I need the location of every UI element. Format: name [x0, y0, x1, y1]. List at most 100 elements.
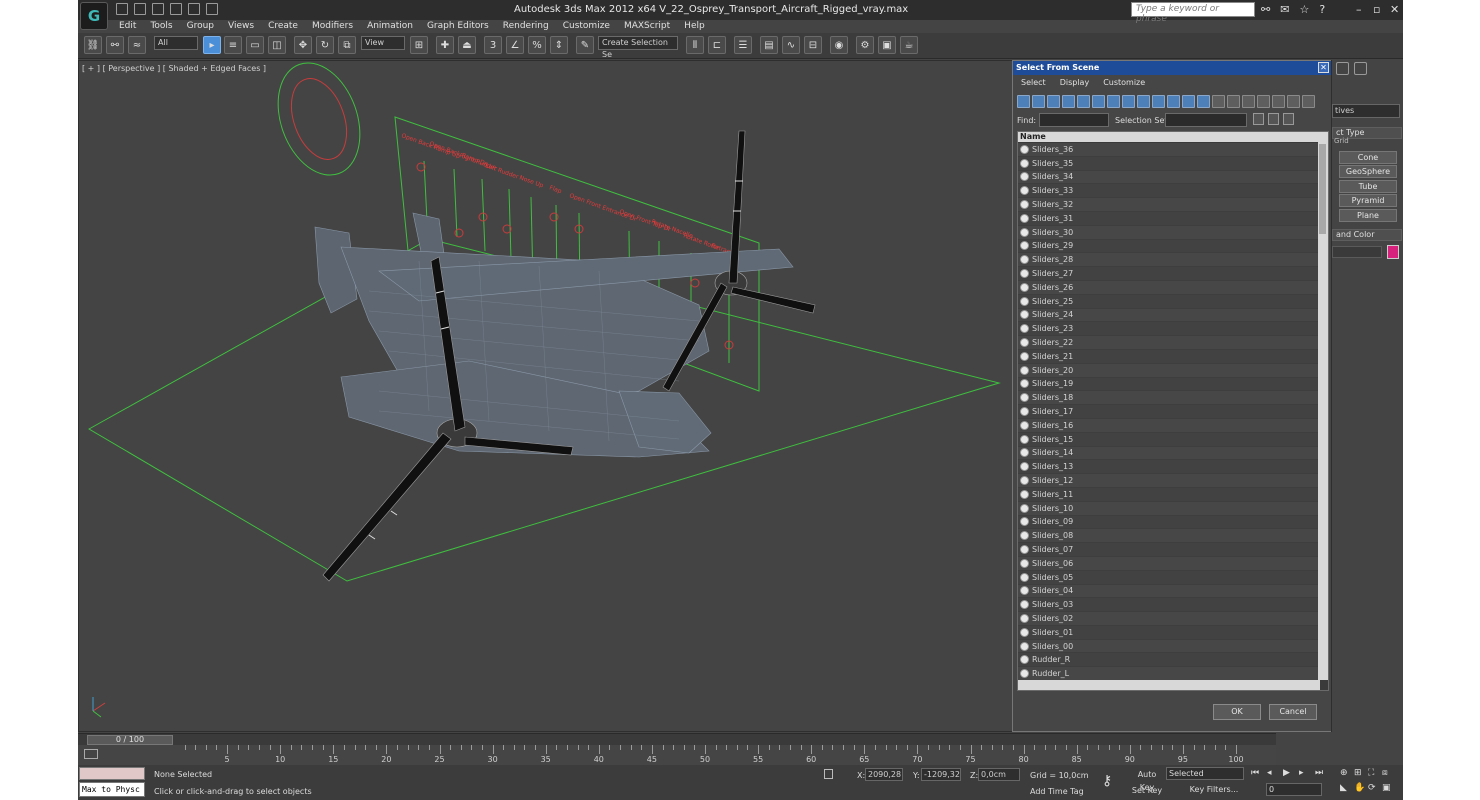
list-item[interactable]: Sliders_15	[1018, 432, 1318, 447]
list-item[interactable]: Sliders_03	[1018, 598, 1318, 613]
favorites-star-icon[interactable]: ☆	[1299, 3, 1309, 16]
select-invert-icon[interactable]	[1272, 95, 1285, 108]
percent-snap-icon[interactable]: %	[528, 36, 546, 54]
pan-icon[interactable]: ✋	[1354, 783, 1365, 794]
layer-manager-icon[interactable]: ☰	[734, 36, 752, 54]
list-item[interactable]: Sliders_21	[1018, 349, 1318, 364]
list-item[interactable]: Sliders_30	[1018, 225, 1318, 240]
list-item[interactable]: Rudder_R	[1018, 653, 1318, 668]
field-of-view-icon[interactable]: ◣	[1340, 783, 1351, 794]
orbit-icon[interactable]: ⟳	[1368, 783, 1379, 794]
list-item[interactable]: Sliders_18	[1018, 391, 1318, 406]
menu-create[interactable]: Create	[261, 20, 305, 32]
select-by-name-icon[interactable]: ≡	[224, 36, 242, 54]
list-item[interactable]: Sliders_12	[1018, 474, 1318, 488]
undo-icon[interactable]	[170, 3, 182, 15]
display-xrefs-icon[interactable]	[1122, 95, 1135, 108]
selection-set-dropdown[interactable]	[1165, 113, 1247, 127]
menu-group[interactable]: Group	[180, 20, 221, 32]
autogrid-label[interactable]: Grid	[1334, 137, 1349, 145]
list-item[interactable]: Sliders_36	[1018, 143, 1318, 157]
curve-editor-mini-icon[interactable]	[84, 749, 98, 759]
communication-center-icon[interactable]: ✉	[1280, 3, 1289, 16]
list-item[interactable]: Sliders_31	[1018, 211, 1318, 226]
pivot-center-icon[interactable]: ⊞	[410, 36, 428, 54]
binoculars-icon[interactable]: ⚯	[1261, 3, 1270, 16]
dialog-menu-display[interactable]: Display	[1060, 78, 1090, 87]
current-frame-field[interactable]: 0	[1266, 783, 1322, 796]
help-icon[interactable]: ?	[1319, 3, 1325, 16]
sort-icon[interactable]	[1283, 113, 1294, 125]
list-item[interactable]: Sliders_13	[1018, 460, 1318, 475]
redo-icon[interactable]	[188, 3, 200, 15]
open-file-icon[interactable]	[134, 3, 146, 15]
list-item[interactable]: Sliders_06	[1018, 556, 1318, 571]
list-item[interactable]: Rudder_L	[1018, 667, 1318, 682]
select-and-move-icon[interactable]: ✥	[294, 36, 312, 54]
previous-frame-icon[interactable]: ◂	[1267, 768, 1279, 779]
close-icon[interactable]: ✕	[1390, 3, 1399, 16]
time-slider-thumb[interactable]: 0 / 100	[87, 735, 173, 745]
list-item[interactable]: Sliders_29	[1018, 239, 1318, 254]
column-header-name[interactable]: Name	[1018, 132, 1318, 142]
maximize-viewport-icon[interactable]: ▣	[1382, 783, 1393, 794]
select-none-icon[interactable]	[1257, 95, 1270, 108]
list-item[interactable]: Sliders_20	[1018, 363, 1318, 378]
display-panel-icon[interactable]	[1336, 62, 1349, 75]
keyboard-shortcut-override-icon[interactable]: ⏏	[458, 36, 476, 54]
selection-lock-icon[interactable]	[824, 769, 833, 779]
geosphere-button[interactable]: GeoSphere	[1339, 165, 1397, 178]
display-geometry-icon[interactable]	[1017, 95, 1030, 108]
list-item[interactable]: Sliders_19	[1018, 377, 1318, 392]
menu-maxscript[interactable]: MAXScript	[617, 20, 677, 32]
display-frozen-icon[interactable]	[1167, 95, 1180, 108]
list-item[interactable]: Sliders_04	[1018, 584, 1318, 599]
render-production-icon[interactable]: ☕	[900, 36, 918, 54]
link-icon[interactable]: ⛓	[84, 36, 102, 54]
set-key-mode-key-icon[interactable]: ⚷	[1102, 773, 1112, 789]
find-input[interactable]	[1039, 113, 1109, 127]
list-item[interactable]: Sliders_10	[1018, 501, 1318, 516]
curve-editor-icon[interactable]: ∿	[782, 36, 800, 54]
graphite-ribbon-icon[interactable]: ▤	[760, 36, 778, 54]
rendered-frame-window-icon[interactable]: ▣	[878, 36, 896, 54]
list-item[interactable]: Sliders_05	[1018, 570, 1318, 585]
z-coordinate-field[interactable]: 0,0cm	[978, 768, 1020, 781]
vertical-scrollbar[interactable]	[1318, 132, 1328, 680]
edit-named-selection-icon[interactable]: ✎	[576, 36, 594, 54]
select-and-scale-icon[interactable]: ⧉	[338, 36, 356, 54]
ok-button[interactable]: OK	[1213, 704, 1261, 720]
unlink-icon[interactable]: ⚯	[106, 36, 124, 54]
list-item[interactable]: Sliders_28	[1018, 253, 1318, 268]
minimize-icon[interactable]: –	[1356, 3, 1362, 16]
next-frame-icon[interactable]: ▸	[1299, 768, 1311, 779]
list-item[interactable]: Sliders_01	[1018, 625, 1318, 640]
perspective-viewport[interactable]: [ + ] [ Perspective ] [ Shaded + Edged F…	[78, 60, 1013, 732]
zoom-extents-all-icon[interactable]: ⧈	[1382, 768, 1393, 779]
save-file-icon[interactable]	[152, 3, 164, 15]
select-and-rotate-icon[interactable]: ↻	[316, 36, 334, 54]
select-all-icon[interactable]	[1242, 95, 1255, 108]
key-selection-dropdown[interactable]: Selected	[1166, 767, 1244, 780]
tube-button[interactable]: Tube	[1339, 180, 1397, 193]
list-item[interactable]: Sliders_24	[1018, 308, 1318, 323]
display-hidden-icon[interactable]	[1182, 95, 1195, 108]
menu-rendering[interactable]: Rendering	[496, 20, 556, 32]
align-icon[interactable]: ⊏	[708, 36, 726, 54]
dialog-menu-customize[interactable]: Customize	[1103, 78, 1145, 87]
list-item[interactable]: Sliders_16	[1018, 418, 1318, 433]
display-containers-icon[interactable]	[1152, 95, 1165, 108]
track-bar[interactable]: 5 10 15 20 25 30 35 40 45 50 55 60 65 70 75 80 85 90 95 100	[78, 745, 1276, 765]
list-item[interactable]: Sliders_07	[1018, 543, 1318, 557]
object-color-swatch[interactable]	[1387, 245, 1399, 259]
list-item[interactable]: Sliders_09	[1018, 515, 1318, 530]
list-item[interactable]: Sliders_25	[1018, 294, 1318, 309]
rectangular-selection-icon[interactable]: ▭	[246, 36, 264, 54]
display-invert-icon[interactable]	[1227, 95, 1240, 108]
list-item[interactable]: Sliders_33	[1018, 184, 1318, 199]
list-item[interactable]: Sliders_14	[1018, 446, 1318, 461]
list-item[interactable]: Sliders_23	[1018, 322, 1318, 337]
list-item[interactable]: Sliders_34	[1018, 170, 1318, 185]
list-item[interactable]: Sliders_32	[1018, 198, 1318, 212]
plane-button[interactable]: Plane	[1339, 209, 1397, 222]
